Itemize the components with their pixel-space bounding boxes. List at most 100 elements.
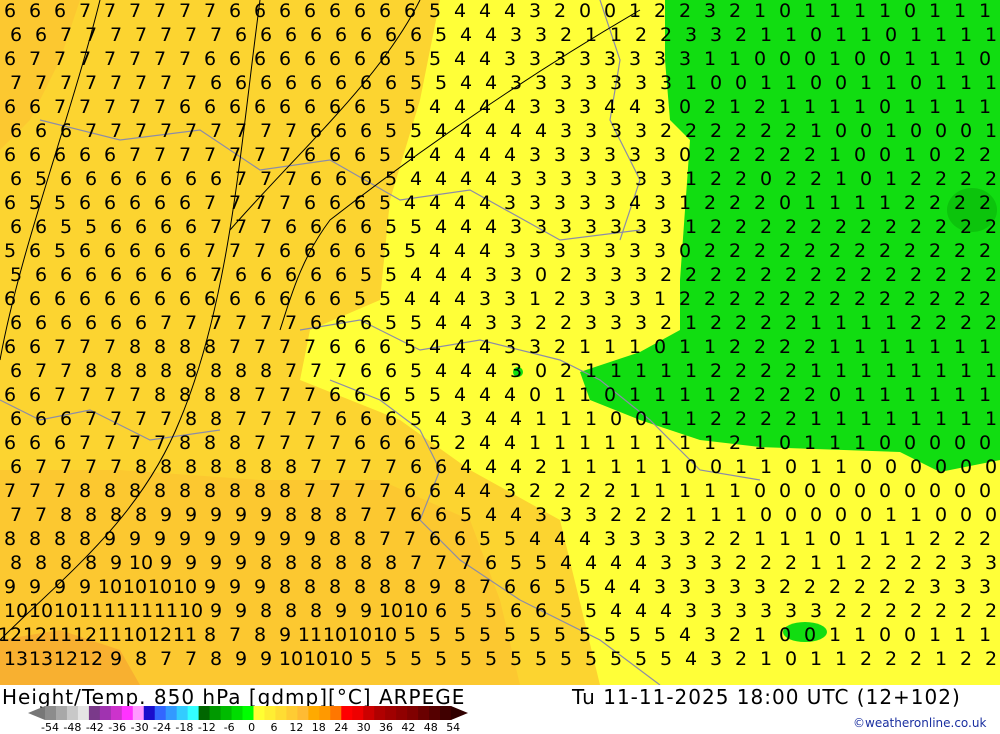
- credit-link[interactable]: ©weatheronline.co.uk: [853, 716, 986, 730]
- grid-value: 6: [59, 264, 73, 286]
- grid-value: 6: [34, 264, 48, 286]
- grid-value: 1: [628, 336, 642, 358]
- grid-value: 2: [453, 432, 467, 454]
- grid-value: 7: [134, 24, 148, 46]
- grid-value: 9: [3, 576, 17, 598]
- grid-value: 6: [309, 168, 323, 190]
- grid-value: 7: [34, 456, 48, 478]
- grid-value: 8: [134, 648, 148, 670]
- grid-value: 3: [534, 168, 548, 190]
- grid-value: 5: [428, 384, 442, 406]
- grid-value: 7: [128, 96, 142, 118]
- grid-value: 7: [228, 240, 242, 262]
- grid-value: 7: [253, 384, 267, 406]
- grid-value: 12: [72, 624, 98, 646]
- grid-value: 4: [509, 408, 523, 430]
- grid-value: 8: [28, 528, 42, 550]
- grid-value: 7: [278, 336, 292, 358]
- grid-value: 8: [303, 576, 317, 598]
- grid-value: 3: [684, 600, 698, 622]
- grid-value: 8: [378, 576, 392, 598]
- grid-value: 1: [759, 24, 773, 46]
- grid-value: 9: [303, 528, 317, 550]
- grid-value: 6: [253, 288, 267, 310]
- grid-value: 5: [484, 648, 498, 670]
- grid-value: 3: [628, 144, 642, 166]
- grid-value: 3: [534, 216, 548, 238]
- grid-value: 1: [984, 72, 998, 94]
- grid-value: 1: [834, 408, 848, 430]
- grid-value: 1: [903, 336, 917, 358]
- grid-value: 8: [9, 552, 23, 574]
- grid-value: 0: [759, 168, 773, 190]
- grid-value: 4: [503, 144, 517, 166]
- grid-value: 6: [103, 144, 117, 166]
- grid-value: 1: [678, 432, 692, 454]
- grid-value: 5: [59, 216, 73, 238]
- grid-value: 4: [509, 504, 523, 526]
- grid-value: 0: [609, 408, 623, 430]
- grid-value: 0: [878, 432, 892, 454]
- grid-value: 6: [209, 168, 223, 190]
- grid-value: 1: [753, 624, 767, 646]
- grid-value: 9: [259, 504, 273, 526]
- grid-value: 5: [384, 120, 398, 142]
- grid-value: 5: [653, 624, 667, 646]
- grid-value: 12: [0, 624, 23, 646]
- grid-value: 6: [184, 168, 198, 190]
- grid-value: 2: [734, 552, 748, 574]
- grid-value: 6: [353, 144, 367, 166]
- grid-value: 8: [134, 360, 148, 382]
- grid-value: 6: [259, 264, 273, 286]
- grid-value: 0: [878, 48, 892, 70]
- grid-value: 1: [884, 72, 898, 94]
- grid-value: 6: [384, 24, 398, 46]
- grid-value: 3: [509, 216, 523, 238]
- grid-value: 9: [184, 504, 198, 526]
- grid-value: 6: [509, 600, 523, 622]
- grid-value: 4: [459, 168, 473, 190]
- grid-value: 9: [184, 552, 198, 574]
- grid-value: 8: [353, 528, 367, 550]
- grid-value: 1: [534, 408, 548, 430]
- grid-value: 1: [553, 432, 567, 454]
- grid-value: 2: [609, 504, 623, 526]
- grid-value: 6: [359, 72, 373, 94]
- grid-value: 1: [859, 72, 873, 94]
- grid-value: 7: [228, 192, 242, 214]
- grid-value: 8: [178, 480, 192, 502]
- colorbar-swatch: [396, 706, 408, 720]
- grid-value: 3: [584, 168, 598, 190]
- grid-value: 6: [28, 240, 42, 262]
- grid-value: 6: [353, 432, 367, 454]
- grid-value: 6: [28, 336, 42, 358]
- grid-value: 1: [678, 480, 692, 502]
- grid-value: 1: [978, 336, 992, 358]
- grid-value: 5: [453, 624, 467, 646]
- grid-value: 7: [203, 0, 217, 22]
- colorbar-label: -18: [175, 721, 194, 734]
- grid-value: 1: [859, 312, 873, 334]
- grid-value: 1: [753, 0, 767, 22]
- grid-value: 0: [828, 480, 842, 502]
- grid-value: 7: [234, 216, 248, 238]
- grid-value: 4: [434, 360, 448, 382]
- grid-value: 0: [928, 144, 942, 166]
- grid-value: 2: [759, 360, 773, 382]
- grid-value: 4: [553, 528, 567, 550]
- grid-value: 2: [778, 288, 792, 310]
- grid-value: 2: [859, 648, 873, 670]
- grid-value: 1: [878, 336, 892, 358]
- grid-value: 1: [853, 432, 867, 454]
- grid-value: 7: [409, 552, 423, 574]
- grid-value: 5: [34, 168, 48, 190]
- grid-value: 8: [228, 384, 242, 406]
- grid-value: 7: [153, 0, 167, 22]
- grid-value: 3: [578, 288, 592, 310]
- grid-value: 7: [203, 144, 217, 166]
- colorbar-swatch: [88, 706, 101, 720]
- grid-value: 5: [403, 624, 417, 646]
- grid-value: 6: [134, 264, 148, 286]
- grid-value: 4: [478, 336, 492, 358]
- grid-value: 6: [34, 120, 48, 142]
